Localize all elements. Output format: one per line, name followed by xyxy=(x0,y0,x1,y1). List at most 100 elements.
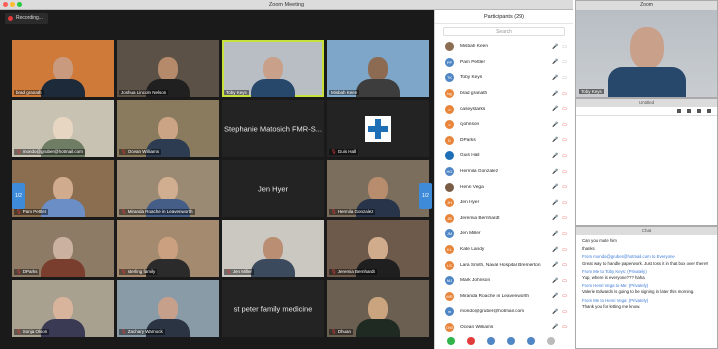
participant-status-icons: 🎤 ▭ xyxy=(552,200,567,206)
eraser-icon[interactable] xyxy=(697,109,701,113)
previous-page-label: 1/2 xyxy=(15,193,22,199)
participant-row[interactable]: Misbah Keen 🎤 ▭ xyxy=(435,39,573,55)
muted-mic-icon: 🎙 xyxy=(331,269,337,274)
participant-avatar xyxy=(445,151,454,161)
participant-row[interactable]: HG Hermila Gonzalez 🎤 ▭ xyxy=(435,164,573,180)
participant-row[interactable]: m mondo@gruber@hotmail.com 🎤 ▭ xyxy=(435,304,573,320)
mic-muted-icon: 🎤 xyxy=(552,277,559,284)
video-tile[interactable]: Jen Hyer xyxy=(222,160,324,217)
muted-mic-icon: 🎙 xyxy=(16,209,22,214)
mute-all-icon[interactable] xyxy=(467,337,475,345)
close-window-button[interactable] xyxy=(3,2,8,7)
tile-name-text: Hermila Gonzalez xyxy=(337,209,374,214)
muted-mic-icon: 🎙 xyxy=(331,209,337,214)
settings-icon[interactable] xyxy=(547,337,555,345)
participant-name: DParks xyxy=(460,137,476,143)
settings-icon[interactable] xyxy=(707,109,711,113)
participant-status-icons: 🎤 ▭ xyxy=(552,44,567,50)
invite-icon[interactable] xyxy=(447,337,455,345)
video-tile[interactable]: brad granath xyxy=(12,40,114,97)
video-tile[interactable]: st peter family medicine xyxy=(222,280,324,337)
participants-search-input[interactable]: Search xyxy=(443,27,565,36)
video-tile[interactable]: 🎙Hermila Gonzalez xyxy=(327,160,429,217)
chat-message-text: Yup, where is everyone??? haha xyxy=(582,275,645,281)
unmute-all-icon[interactable] xyxy=(487,337,495,345)
more-icon[interactable] xyxy=(527,337,535,345)
participant-row[interactable]: JM Jen Miller 🎤 ▭ xyxy=(435,226,573,242)
participant-row[interactable]: JB Jeremia Bernhardt 🎤 ▭ xyxy=(435,211,573,227)
recording-indicator[interactable]: Recording... xyxy=(5,13,48,24)
video-tile[interactable]: 🎙mondo@gruber@hotmail.com xyxy=(12,100,114,157)
next-page-button[interactable]: 1/2 xyxy=(419,183,432,209)
video-tile[interactable]: Joshua Lincoln Nelson xyxy=(117,40,219,97)
previous-page-button[interactable]: 1/2 xyxy=(12,183,25,209)
mic-muted-icon: 🎤 xyxy=(552,230,559,237)
tile-name-label: Joshua Lincoln Nelson xyxy=(119,90,169,95)
camera-icon: ▭ xyxy=(562,184,567,191)
camera-icon: ▭ xyxy=(562,74,567,81)
camera-icon: ▭ xyxy=(562,59,567,66)
participant-figure xyxy=(41,57,85,97)
participant-row[interactable]: MR Miranda Roache in Leavenworth 🎤 ▭ xyxy=(435,289,573,305)
video-tile[interactable]: Toby Keys xyxy=(222,40,324,97)
participant-row[interactable]: MJ Mark Johnson 🎤 ▭ xyxy=(435,273,573,289)
participant-row[interactable]: TK Toby Keys 🎤 ▭ xyxy=(435,70,573,86)
participant-avatar xyxy=(445,42,454,52)
chat-messages: Can you mute him thanks From mondo@gruber@… xyxy=(576,235,717,315)
video-tile[interactable]: 🎙Guis Hall xyxy=(327,100,429,157)
camera-icon: ▭ xyxy=(562,106,567,113)
video-tile[interactable]: 🎙Jeremia Bernhardt xyxy=(327,220,429,277)
video-tile[interactable]: 🎙sterling family xyxy=(117,220,219,277)
video-tile[interactable]: 🎙Miranda Roache in Leavenworth xyxy=(117,160,219,217)
participant-name: Pam Pettler xyxy=(460,59,486,65)
participant-row[interactable]: bg brad granath 🎤 ▭ xyxy=(435,86,573,102)
participant-name: Jeremia Bernhardt xyxy=(460,215,500,221)
participant-row[interactable]: Guis Hall 🎤 ▭ xyxy=(435,148,573,164)
chat-message-text: Can you mute him xyxy=(582,238,617,243)
participant-status-icons: 🎤 ▭ xyxy=(552,309,567,315)
video-tile[interactable]: 🎙Zachary Warnock xyxy=(117,280,219,337)
participant-row[interactable]: PP Pam Pettler 🎤 ▭ xyxy=(435,55,573,71)
participant-head xyxy=(368,297,388,321)
video-tile[interactable]: Misbah Keen xyxy=(327,40,429,97)
tile-name-text: DParks xyxy=(22,269,38,274)
participant-row[interactable]: c cjohnson 🎤 ▭ xyxy=(435,117,573,133)
video-tile[interactable]: 🎙Ocean Williams xyxy=(117,100,219,157)
participant-row[interactable]: Henri Vega 🎤 ▭ xyxy=(435,179,573,195)
video-tile[interactable]: 🎙DParks xyxy=(12,220,114,277)
participant-avatar: m xyxy=(445,307,454,317)
participant-figure xyxy=(356,57,400,97)
video-tile[interactable]: 🎙Pam Pettler xyxy=(12,160,114,217)
participant-row[interactable]: c caseystarks 🎤 ▭ xyxy=(435,101,573,117)
participant-head xyxy=(158,177,178,201)
tile-name-label: 🎙Miranda Roache in Leavenworth xyxy=(119,209,195,215)
self-view-person xyxy=(607,27,686,97)
participant-row[interactable]: OW Ocean Williams 🎤 ▭ xyxy=(435,320,573,336)
tile-name-text: Toby Keys xyxy=(226,90,247,95)
mic-muted-icon: 🎤 xyxy=(552,324,559,331)
participant-body xyxy=(356,79,400,97)
minimize-window-button[interactable] xyxy=(10,2,15,7)
tile-name-label: 🎙Guis Hall xyxy=(329,149,358,155)
participant-head xyxy=(158,237,178,261)
participant-row[interactable]: KL Kate Landy 🎤 ▭ xyxy=(435,242,573,258)
arrow-icon[interactable] xyxy=(687,109,691,113)
raise-hand-icon[interactable] xyxy=(507,337,515,345)
participant-row[interactable]: D DParks 🎤 ▭ xyxy=(435,133,573,149)
maximize-window-button[interactable] xyxy=(17,2,22,7)
camera-icon: ▭ xyxy=(562,152,567,159)
pen-icon[interactable] xyxy=(677,109,681,113)
video-tile[interactable]: 🎙Jen Miller xyxy=(222,220,324,277)
participant-name: Lara Smith, Naval Hospital Bremerton xyxy=(460,262,541,268)
mic-muted-icon: 🎤 xyxy=(552,293,559,300)
video-tile[interactable]: 🎙Sonja Olson xyxy=(12,280,114,337)
video-tile[interactable]: 🎙Dhuan xyxy=(327,280,429,337)
tile-name-text: Jen Miller xyxy=(232,269,252,274)
participant-name: caseystarks xyxy=(460,106,486,112)
video-tile[interactable]: Stephanie Matosich FMR-S... xyxy=(222,100,324,157)
participant-row[interactable]: LS Lara Smith, Naval Hospital Bremerton 🎤 ▭ xyxy=(435,257,573,273)
mic-muted-icon: 🎤 xyxy=(552,184,559,191)
participant-status-icons: 🎤 ▭ xyxy=(552,91,567,97)
tile-name-label: 🎙Hermila Gonzalez xyxy=(329,209,376,215)
participant-row[interactable]: JH Jen Hyer 🎤 ▭ xyxy=(435,195,573,211)
